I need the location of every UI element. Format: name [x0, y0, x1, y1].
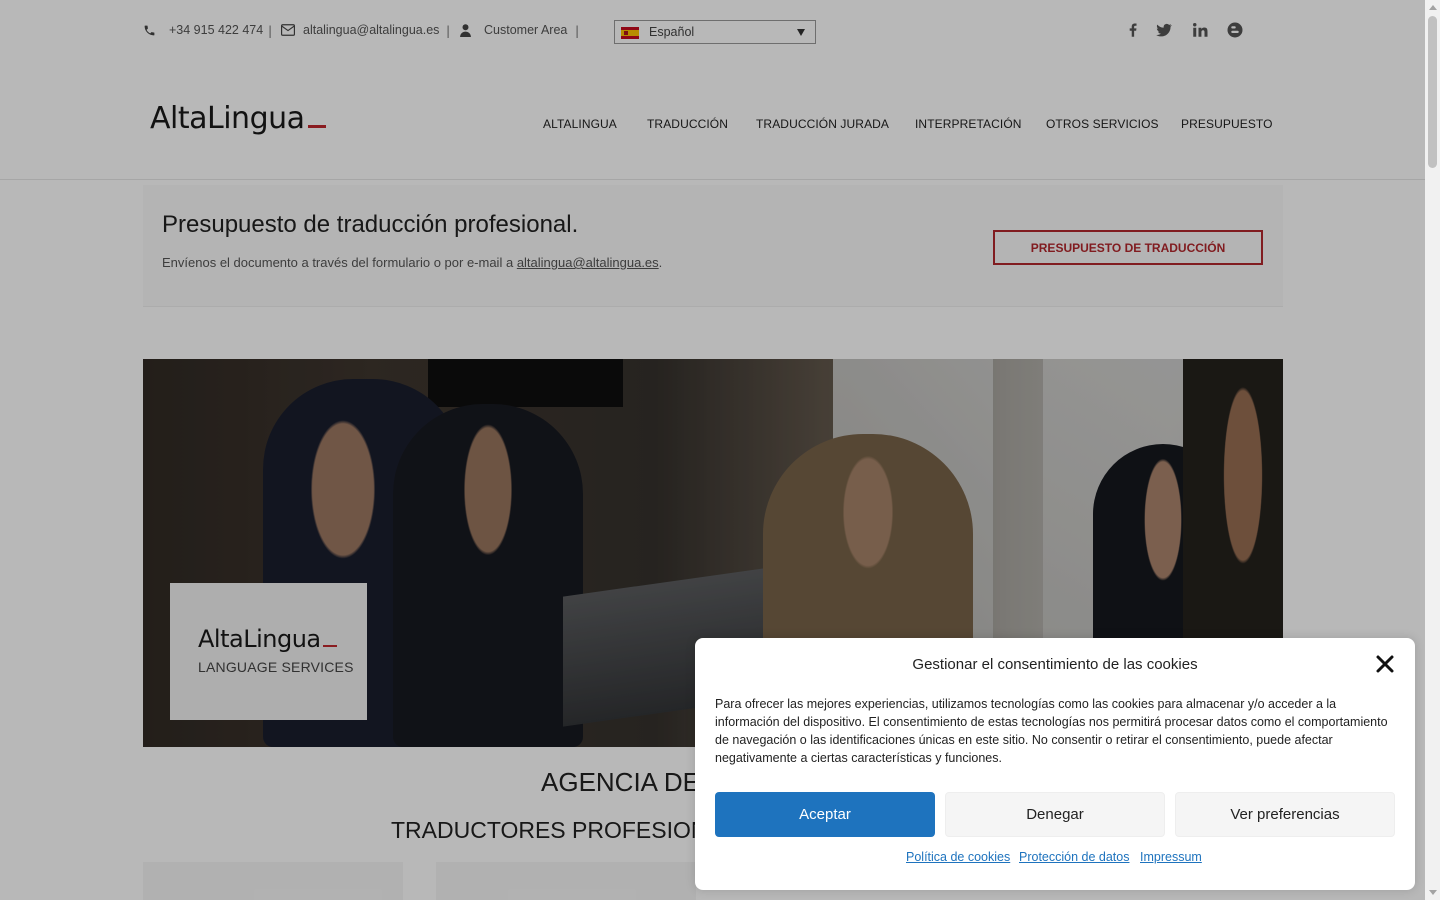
cookie-policy-link[interactable]: Política de cookies — [906, 850, 1010, 864]
scroll-up-arrow-icon[interactable] — [1429, 5, 1437, 10]
cookie-dialog-title: Gestionar el consentimiento de las cooki… — [912, 656, 1198, 673]
impressum-link[interactable]: Impressum — [1140, 850, 1202, 864]
scrollbar[interactable] — [1425, 0, 1440, 900]
close-icon[interactable] — [1375, 654, 1395, 674]
cookie-dialog-body: Para ofrecer las mejores experiencias, u… — [715, 697, 1388, 765]
data-protection-link[interactable]: Protección de datos — [1019, 850, 1130, 864]
accept-button[interactable]: Aceptar — [715, 792, 935, 837]
scroll-down-arrow-icon[interactable] — [1429, 890, 1437, 895]
deny-button[interactable]: Denegar — [945, 792, 1165, 837]
preferences-button[interactable]: Ver preferencias — [1175, 792, 1395, 837]
cookie-consent-dialog: Gestionar el consentimiento de las cooki… — [695, 638, 1415, 890]
scrollbar-thumb[interactable] — [1428, 16, 1437, 168]
